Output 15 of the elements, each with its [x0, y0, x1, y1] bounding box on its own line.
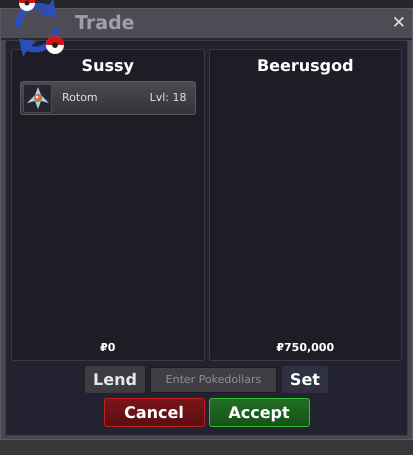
- money-input-field[interactable]: Enter Pokedollars: [150, 366, 277, 392]
- pokemon-item[interactable]: Rotom Lvl: 18: [20, 81, 196, 115]
- pokemon-level: Lvl: 18: [150, 90, 186, 106]
- accept-button[interactable]: Accept: [208, 398, 310, 427]
- close-button[interactable]: ✕: [390, 15, 408, 32]
- lend-button[interactable]: Lend: [84, 365, 146, 394]
- money-amount: ₽750,000: [275, 340, 336, 356]
- money-amount: ₽0: [99, 340, 116, 356]
- set-button[interactable]: Set: [280, 365, 329, 394]
- player-name: Beerusgod: [256, 55, 355, 77]
- pokemon-sprite-icon: [26, 86, 50, 110]
- player-name: Sussy: [80, 55, 135, 77]
- cancel-button[interactable]: Cancel: [104, 398, 204, 427]
- pokemon-name: Rotom: [62, 90, 98, 106]
- window-title: Trade: [75, 11, 135, 36]
